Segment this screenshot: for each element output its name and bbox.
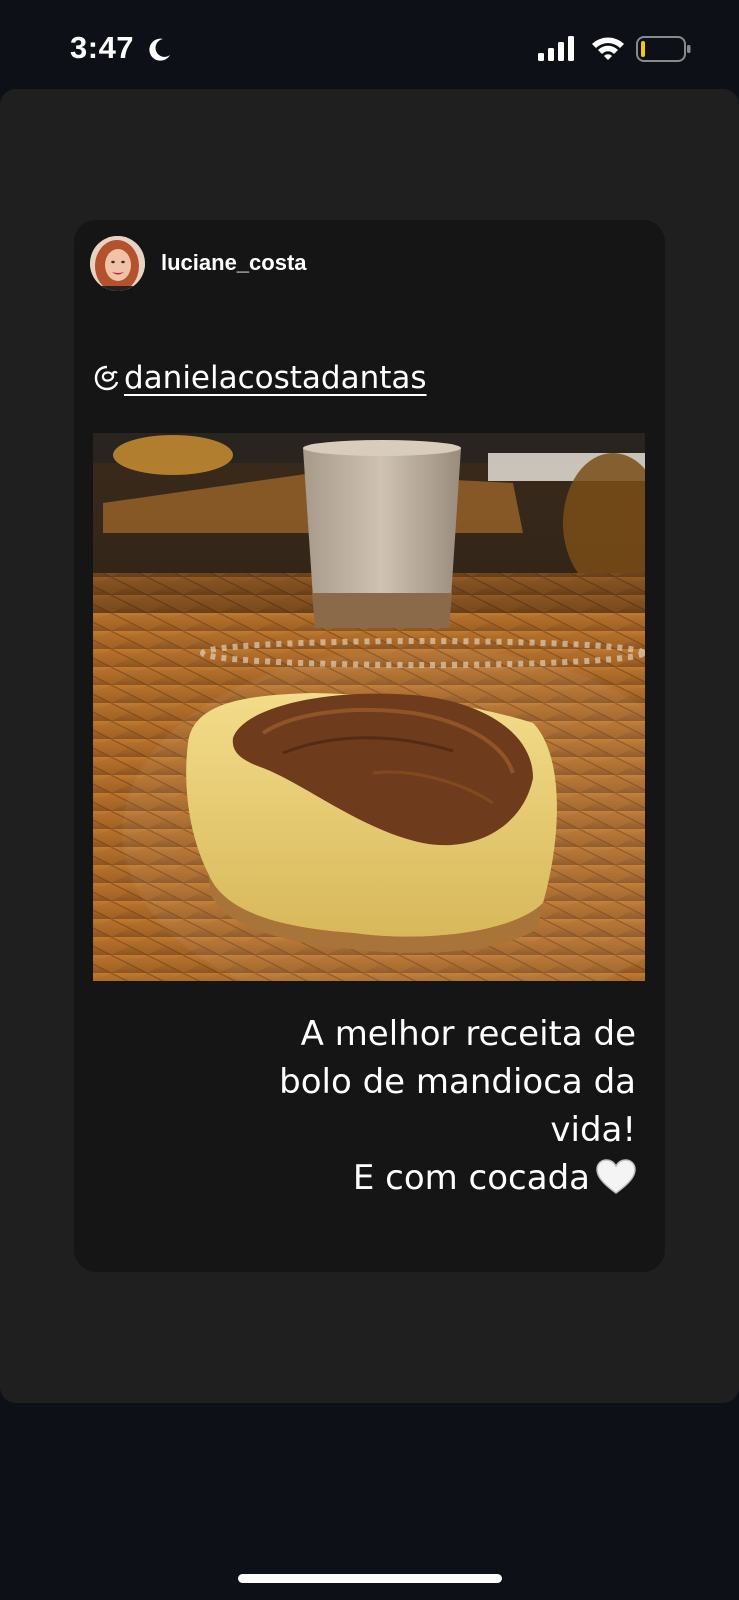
home-indicator[interactable] bbox=[238, 1574, 502, 1583]
mention-link[interactable]: danielacostadantas bbox=[92, 360, 427, 396]
moon-icon bbox=[149, 38, 170, 61]
cellular-signal-icon bbox=[538, 36, 574, 61]
threads-icon bbox=[94, 365, 119, 391]
caption-line-4-text: E com cocada bbox=[352, 1158, 590, 1198]
mention-handle: danielacostadantas bbox=[124, 360, 427, 396]
status-time: 3:47 bbox=[70, 30, 135, 65]
avatar[interactable] bbox=[90, 236, 145, 291]
wifi-icon bbox=[592, 37, 624, 60]
avatar-portrait bbox=[90, 236, 145, 291]
white-heart-icon bbox=[596, 1159, 636, 1194]
post-username[interactable]: luciane_costa bbox=[161, 250, 307, 276]
battery-icon bbox=[636, 36, 691, 62]
status-bar: 3:47 bbox=[0, 0, 739, 90]
caption-line-3: vida! bbox=[550, 1110, 636, 1150]
caption-line-2: bolo de mandioca da bbox=[279, 1062, 636, 1102]
caption-line-1: A melhor receita de bbox=[300, 1014, 636, 1054]
cake-photo-image bbox=[93, 433, 645, 981]
post-caption: A melhor receita de bolo de mandioca da … bbox=[150, 1010, 636, 1202]
post-photo[interactable] bbox=[93, 433, 645, 981]
caption-line-4: E com cocada bbox=[150, 1154, 636, 1202]
